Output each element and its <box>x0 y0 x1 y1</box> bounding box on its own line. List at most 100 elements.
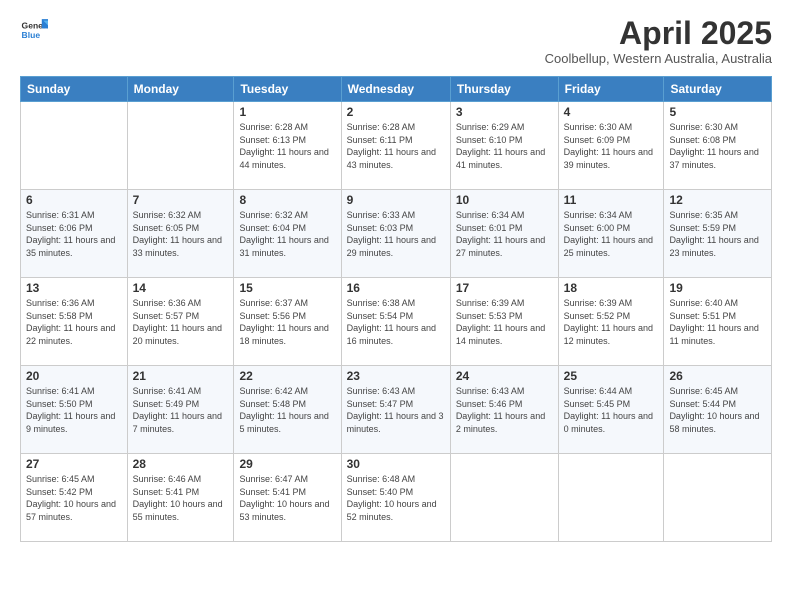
day-of-week-header: Tuesday <box>234 77 341 102</box>
day-number: 18 <box>564 281 659 295</box>
day-info: Sunrise: 6:41 AM Sunset: 5:49 PM Dayligh… <box>133 385 229 435</box>
day-info: Sunrise: 6:45 AM Sunset: 5:44 PM Dayligh… <box>669 385 766 435</box>
calendar-cell: 20Sunrise: 6:41 AM Sunset: 5:50 PM Dayli… <box>21 366 128 454</box>
day-info: Sunrise: 6:37 AM Sunset: 5:56 PM Dayligh… <box>239 297 335 347</box>
day-of-week-header: Friday <box>558 77 664 102</box>
day-info: Sunrise: 6:39 AM Sunset: 5:52 PM Dayligh… <box>564 297 659 347</box>
day-number: 27 <box>26 457 122 471</box>
calendar-table: SundayMondayTuesdayWednesdayThursdayFrid… <box>20 76 772 542</box>
day-info: Sunrise: 6:45 AM Sunset: 5:42 PM Dayligh… <box>26 473 122 523</box>
title-block: April 2025 Coolbellup, Western Australia… <box>545 16 772 66</box>
calendar-cell <box>21 102 128 190</box>
day-number: 16 <box>347 281 445 295</box>
day-number: 1 <box>239 105 335 119</box>
day-info: Sunrise: 6:39 AM Sunset: 5:53 PM Dayligh… <box>456 297 553 347</box>
day-info: Sunrise: 6:28 AM Sunset: 6:13 PM Dayligh… <box>239 121 335 171</box>
day-number: 26 <box>669 369 766 383</box>
day-number: 4 <box>564 105 659 119</box>
day-number: 3 <box>456 105 553 119</box>
day-number: 29 <box>239 457 335 471</box>
day-info: Sunrise: 6:30 AM Sunset: 6:09 PM Dayligh… <box>564 121 659 171</box>
day-number: 21 <box>133 369 229 383</box>
day-number: 6 <box>26 193 122 207</box>
day-number: 23 <box>347 369 445 383</box>
day-info: Sunrise: 6:34 AM Sunset: 6:00 PM Dayligh… <box>564 209 659 259</box>
day-of-week-header: Thursday <box>450 77 558 102</box>
day-info: Sunrise: 6:47 AM Sunset: 5:41 PM Dayligh… <box>239 473 335 523</box>
calendar-cell: 2Sunrise: 6:28 AM Sunset: 6:11 PM Daylig… <box>341 102 450 190</box>
day-number: 17 <box>456 281 553 295</box>
calendar-cell <box>664 454 772 542</box>
calendar-cell: 14 Sunrise: 6:36 AM Sunset: 5:57 PM Dayli… <box>127 278 234 366</box>
day-info: Sunrise: 6:32 AM Sunset: 6:04 PM Dayligh… <box>239 209 335 259</box>
day-number: 15 <box>239 281 335 295</box>
calendar-cell: 11 Sunrise: 6:34 AM Sunset: 6:00 PM Dayli… <box>558 190 664 278</box>
day-info: Sunrise: 6:42 AM Sunset: 5:48 PM Dayligh… <box>239 385 335 435</box>
calendar-cell <box>127 102 234 190</box>
calendar-cell <box>450 454 558 542</box>
day-info: Sunrise: 6:31 AM Sunset: 6:06 PM Dayligh… <box>26 209 122 259</box>
calendar-cell: 3 Sunrise: 6:29 AM Sunset: 6:10 PM Daylig… <box>450 102 558 190</box>
day-number: 28 <box>133 457 229 471</box>
calendar-cell: 25 Sunrise: 6:44 AM Sunset: 5:45 PM Dayli… <box>558 366 664 454</box>
day-of-week-header: Monday <box>127 77 234 102</box>
day-of-week-header: Sunday <box>21 77 128 102</box>
day-info: Sunrise: 6:30 AM Sunset: 6:08 PM Dayligh… <box>669 121 766 171</box>
calendar-cell: 18 Sunrise: 6:39 AM Sunset: 5:52 PM Dayli… <box>558 278 664 366</box>
day-info: Sunrise: 6:35 AM Sunset: 5:59 PM Dayligh… <box>669 209 766 259</box>
day-number: 7 <box>133 193 229 207</box>
calendar-cell: 8 Sunrise: 6:32 AM Sunset: 6:04 PM Daylig… <box>234 190 341 278</box>
calendar-cell: 26 Sunrise: 6:45 AM Sunset: 5:44 PM Dayli… <box>664 366 772 454</box>
calendar-cell: 15 Sunrise: 6:37 AM Sunset: 5:56 PM Dayli… <box>234 278 341 366</box>
day-info: Sunrise: 6:38 AM Sunset: 5:54 PM Dayligh… <box>347 297 445 347</box>
day-number: 11 <box>564 193 659 207</box>
location: Coolbellup, Western Australia, Australia <box>545 51 772 66</box>
calendar-cell: 7 Sunrise: 6:32 AM Sunset: 6:05 PM Daylig… <box>127 190 234 278</box>
calendar-cell: 10 Sunrise: 6:34 AM Sunset: 6:01 PM Dayli… <box>450 190 558 278</box>
day-info: Sunrise: 6:33 AM Sunset: 6:03 PM Dayligh… <box>347 209 445 259</box>
calendar-cell: 27 Sunrise: 6:45 AM Sunset: 5:42 PM Dayli… <box>21 454 128 542</box>
day-number: 22 <box>239 369 335 383</box>
calendar-cell: 22 Sunrise: 6:42 AM Sunset: 5:48 PM Dayli… <box>234 366 341 454</box>
day-info: Sunrise: 6:36 AM Sunset: 5:58 PM Dayligh… <box>26 297 122 347</box>
day-info: Sunrise: 6:36 AM Sunset: 5:57 PM Dayligh… <box>133 297 229 347</box>
calendar-cell: 21 Sunrise: 6:41 AM Sunset: 5:49 PM Dayli… <box>127 366 234 454</box>
day-number: 14 <box>133 281 229 295</box>
calendar-cell: 19 Sunrise: 6:40 AM Sunset: 5:51 PM Dayli… <box>664 278 772 366</box>
calendar-cell <box>558 454 664 542</box>
svg-text:Blue: Blue <box>22 30 41 40</box>
day-info: Sunrise: 6:43 AM Sunset: 5:46 PM Dayligh… <box>456 385 553 435</box>
day-number: 9 <box>347 193 445 207</box>
calendar-cell: 13Sunrise: 6:36 AM Sunset: 5:58 PM Dayli… <box>21 278 128 366</box>
calendar-cell: 23 Sunrise: 6:43 AM Sunset: 5:47 PM Dayli… <box>341 366 450 454</box>
day-of-week-header: Wednesday <box>341 77 450 102</box>
calendar-cell: 24 Sunrise: 6:43 AM Sunset: 5:46 PM Dayli… <box>450 366 558 454</box>
calendar-cell: 5 Sunrise: 6:30 AM Sunset: 6:08 PM Daylig… <box>664 102 772 190</box>
calendar-cell: 1 Sunrise: 6:28 AM Sunset: 6:13 PM Daylig… <box>234 102 341 190</box>
calendar-cell: 28Sunrise: 6:46 AM Sunset: 5:41 PM Dayli… <box>127 454 234 542</box>
calendar-cell: 9 Sunrise: 6:33 AM Sunset: 6:03 PM Daylig… <box>341 190 450 278</box>
day-number: 12 <box>669 193 766 207</box>
calendar-cell: 30Sunrise: 6:48 AM Sunset: 5:40 PM Dayli… <box>341 454 450 542</box>
calendar-cell: 6 Sunrise: 6:31 AM Sunset: 6:06 PM Daylig… <box>21 190 128 278</box>
day-number: 24 <box>456 369 553 383</box>
calendar-cell: 12 Sunrise: 6:35 AM Sunset: 5:59 PM Dayli… <box>664 190 772 278</box>
logo: General Blue <box>20 16 48 44</box>
day-number: 19 <box>669 281 766 295</box>
day-number: 10 <box>456 193 553 207</box>
day-info: Sunrise: 6:41 AM Sunset: 5:50 PM Dayligh… <box>26 385 122 435</box>
day-number: 2 <box>347 105 445 119</box>
day-info: Sunrise: 6:43 AM Sunset: 5:47 PM Dayligh… <box>347 385 445 435</box>
day-info: Sunrise: 6:48 AM Sunset: 5:40 PM Dayligh… <box>347 473 445 523</box>
day-info: Sunrise: 6:40 AM Sunset: 5:51 PM Dayligh… <box>669 297 766 347</box>
day-info: Sunrise: 6:32 AM Sunset: 6:05 PM Dayligh… <box>133 209 229 259</box>
calendar-cell: 17 Sunrise: 6:39 AM Sunset: 5:53 PM Dayli… <box>450 278 558 366</box>
day-number: 25 <box>564 369 659 383</box>
day-info: Sunrise: 6:44 AM Sunset: 5:45 PM Dayligh… <box>564 385 659 435</box>
day-number: 8 <box>239 193 335 207</box>
calendar-cell: 16 Sunrise: 6:38 AM Sunset: 5:54 PM Dayli… <box>341 278 450 366</box>
day-info: Sunrise: 6:29 AM Sunset: 6:10 PM Dayligh… <box>456 121 553 171</box>
day-number: 5 <box>669 105 766 119</box>
day-info: Sunrise: 6:34 AM Sunset: 6:01 PM Dayligh… <box>456 209 553 259</box>
day-of-week-header: Saturday <box>664 77 772 102</box>
